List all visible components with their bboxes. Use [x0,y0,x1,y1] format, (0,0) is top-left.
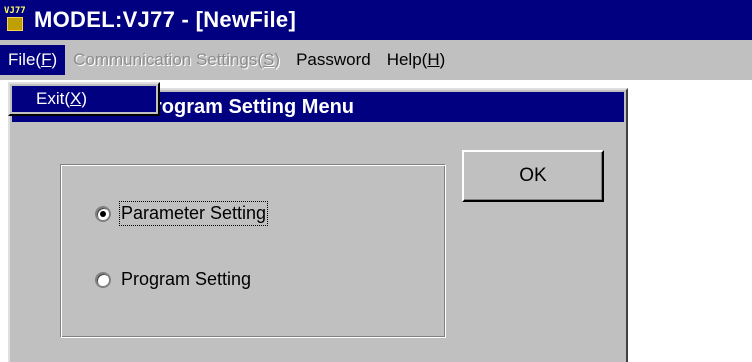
option-program-setting[interactable]: Program Setting [95,269,251,290]
ok-button[interactable]: OK [462,150,604,202]
menu-file-accel: F [41,50,52,69]
window-title: MODEL:VJ77 - [NewFile] [34,7,297,32]
menu-exit-label-post: ) [81,89,88,108]
menu-help-label-post: ) [439,50,446,69]
option-parameter-setting-label: Parameter Setting [118,201,269,226]
menu-exit-accel: X [70,89,82,108]
menu-help[interactable]: Help(H) [379,45,454,75]
menu-communication-settings[interactable]: Communication Settings(S) [65,45,288,75]
app-icon-graphic [7,17,23,31]
menu-password[interactable]: Password [288,45,379,75]
option-program-setting-label: Program Setting [121,269,252,289]
dialog-title: rogram Setting Menu [154,95,355,118]
radio-selected-dot [100,210,106,217]
menubar: File(F) Communication Settings(S) Passwo… [0,40,752,80]
menu-comm-label-post: ) [274,50,281,69]
radio-program-setting[interactable] [95,271,111,288]
file-menu-dropdown: Exit(X) [8,82,160,116]
menu-help-accel: H [427,50,440,69]
window-titlebar: VJ77 MODEL:VJ77 - [NewFile] [0,0,752,40]
option-parameter-setting[interactable]: Parameter Setting [95,201,269,226]
menu-comm-label-pre: Communication Settings( [73,50,264,69]
menu-help-label-pre: Help( [386,50,428,69]
app-icon-text: VJ77 [4,6,26,16]
menu-file-label-pre: File( [8,50,42,69]
menu-file[interactable]: File(F) [0,45,66,75]
setting-options-group: Parameter Setting Program Setting [60,164,446,338]
menu-exit-label-pre: Exit( [36,89,70,108]
menu-password-label: Password [296,50,371,69]
menu-comm-accel: S [263,50,275,69]
program-setting-dialog: rogram Setting Menu Parameter Setting Pr… [8,88,628,362]
radio-parameter-setting[interactable] [95,205,111,222]
menu-item-exit[interactable]: Exit(X) [12,86,156,112]
menu-file-label-post: ) [51,50,58,69]
app-icon[interactable]: VJ77 [4,7,28,33]
